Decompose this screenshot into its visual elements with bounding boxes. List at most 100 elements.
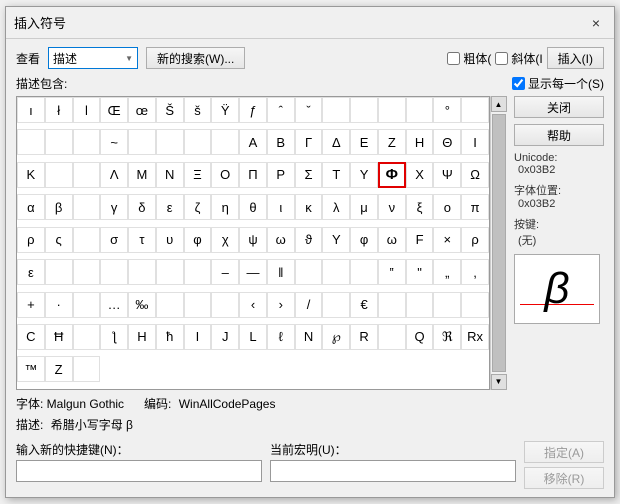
symbol-cell[interactable] bbox=[156, 129, 184, 155]
symbol-cell[interactable] bbox=[73, 259, 101, 285]
symbol-cell[interactable] bbox=[128, 129, 156, 155]
help-button[interactable]: 帮助 bbox=[514, 124, 604, 146]
symbol-cell[interactable] bbox=[184, 129, 212, 155]
symbol-cell[interactable] bbox=[156, 259, 184, 285]
symbol-cell[interactable]: E bbox=[350, 129, 378, 155]
symbol-cell[interactable]: ζ bbox=[184, 194, 212, 220]
symbol-cell[interactable]: Γ bbox=[295, 129, 323, 155]
symbol-cell[interactable]: ρ bbox=[17, 227, 45, 253]
symbol-cell[interactable]: Rx bbox=[461, 324, 489, 350]
symbol-cell[interactable] bbox=[184, 292, 212, 318]
symbol-cell[interactable]: N bbox=[156, 162, 184, 188]
symbol-cell[interactable]: β bbox=[45, 194, 73, 220]
symbol-cell[interactable] bbox=[73, 129, 101, 155]
symbol-cell[interactable]: θ bbox=[239, 194, 267, 220]
symbol-cell[interactable]: Œ bbox=[100, 97, 128, 123]
symbol-cell[interactable]: ™ bbox=[17, 356, 45, 382]
symbol-cell[interactable]: – bbox=[211, 259, 239, 285]
scroll-up-button[interactable]: ▲ bbox=[491, 96, 507, 112]
symbol-cell[interactable]: Ξ bbox=[184, 162, 212, 188]
symbol-cell[interactable] bbox=[406, 97, 434, 123]
italic-checkbox-label[interactable]: 斜体(I bbox=[495, 50, 542, 67]
scrollbar[interactable]: ▲ ▼ bbox=[490, 96, 506, 390]
symbol-cell[interactable]: ω bbox=[267, 227, 295, 253]
symbol-cell[interactable] bbox=[73, 292, 101, 318]
symbol-cell[interactable] bbox=[433, 292, 461, 318]
symbol-cell[interactable]: H bbox=[128, 324, 156, 350]
symbol-cell[interactable] bbox=[322, 97, 350, 123]
symbol-cell[interactable]: … bbox=[100, 292, 128, 318]
symbol-cell[interactable]: × bbox=[433, 227, 461, 253]
assign-button[interactable]: 指定(A) bbox=[524, 441, 604, 463]
symbol-cell[interactable] bbox=[100, 259, 128, 285]
symbol-cell[interactable] bbox=[378, 97, 406, 123]
symbol-cell[interactable]: / bbox=[295, 292, 323, 318]
symbol-cell[interactable] bbox=[378, 292, 406, 318]
bold-checkbox-label[interactable]: 粗体( bbox=[447, 50, 491, 67]
symbol-cell[interactable]: Υ bbox=[322, 227, 350, 253]
symbol-cell[interactable] bbox=[73, 162, 101, 188]
symbol-cell[interactable] bbox=[378, 324, 406, 350]
italic-checkbox[interactable] bbox=[495, 52, 508, 65]
shortcut-input[interactable] bbox=[16, 460, 262, 482]
symbol-cell[interactable]: ƪ bbox=[100, 324, 128, 350]
symbol-cell[interactable]: ρ bbox=[461, 227, 489, 253]
symbol-cell[interactable]: ‹ bbox=[239, 292, 267, 318]
symbol-cell[interactable]: Ψ bbox=[433, 162, 461, 188]
symbol-cell[interactable] bbox=[350, 259, 378, 285]
symbol-cell[interactable] bbox=[73, 324, 101, 350]
symbol-cell[interactable]: Θ bbox=[433, 129, 461, 155]
symbol-cell[interactable]: B bbox=[267, 129, 295, 155]
symbol-cell[interactable]: ˇ bbox=[295, 97, 323, 123]
symbol-cell[interactable]: φ bbox=[350, 227, 378, 253]
symbol-cell[interactable]: ℓ bbox=[267, 324, 295, 350]
symbol-cell[interactable] bbox=[322, 259, 350, 285]
symbol-cell[interactable]: λ bbox=[322, 194, 350, 220]
symbol-cell[interactable]: F bbox=[406, 227, 434, 253]
symbol-cell[interactable]: ς bbox=[45, 227, 73, 253]
symbol-cell[interactable]: Ÿ bbox=[211, 97, 239, 123]
symbol-cell[interactable]: € bbox=[350, 292, 378, 318]
symbol-cell[interactable]: Σ bbox=[295, 162, 323, 188]
symbol-cell[interactable]: α bbox=[17, 194, 45, 220]
symbol-cell[interactable]: L bbox=[239, 324, 267, 350]
symbol-cell[interactable]: ο bbox=[433, 194, 461, 220]
symbol-cell[interactable] bbox=[73, 194, 101, 220]
symbol-cell[interactable] bbox=[406, 292, 434, 318]
symbol-cell[interactable]: ℜ bbox=[433, 324, 461, 350]
symbol-cell[interactable]: R bbox=[350, 324, 378, 350]
symbol-cell[interactable]: X bbox=[406, 162, 434, 188]
symbol-cell[interactable]: M bbox=[128, 162, 156, 188]
symbol-cell[interactable]: O bbox=[211, 162, 239, 188]
symbol-cell[interactable]: ν bbox=[378, 194, 406, 220]
symbol-cell[interactable]: — bbox=[239, 259, 267, 285]
symbol-cell[interactable]: κ bbox=[295, 194, 323, 220]
symbol-cell[interactable]: Υ bbox=[350, 162, 378, 188]
symbol-cell[interactable]: Z bbox=[378, 129, 406, 155]
symbol-cell[interactable]: Ρ bbox=[267, 162, 295, 188]
symbol-cell[interactable]: " bbox=[406, 259, 434, 285]
symbol-cell[interactable] bbox=[17, 129, 45, 155]
symbol-cell[interactable] bbox=[295, 259, 323, 285]
remove-button[interactable]: 移除(R) bbox=[524, 467, 604, 489]
symbol-cell[interactable]: Λ bbox=[100, 162, 128, 188]
search-type-select[interactable]: 描述 ▼ bbox=[48, 47, 138, 69]
symbol-cell[interactable]: υ bbox=[156, 227, 184, 253]
symbol-cell[interactable]: ι bbox=[267, 194, 295, 220]
symbol-cell[interactable]: I bbox=[184, 324, 212, 350]
symbol-cell[interactable]: η bbox=[211, 194, 239, 220]
symbol-cell[interactable] bbox=[45, 129, 73, 155]
symbol-cell[interactable]: K bbox=[17, 162, 45, 188]
symbol-cell[interactable]: › bbox=[267, 292, 295, 318]
current-shortcut-input[interactable] bbox=[270, 460, 516, 482]
close-icon[interactable]: × bbox=[586, 13, 606, 33]
symbol-cell[interactable]: N bbox=[295, 324, 323, 350]
symbol-cell[interactable]: ξ bbox=[406, 194, 434, 220]
bold-checkbox[interactable] bbox=[447, 52, 460, 65]
symbol-cell[interactable]: ~ bbox=[100, 129, 128, 155]
symbol-cell[interactable]: Φ bbox=[378, 162, 406, 188]
symbol-cell[interactable]: ‖ bbox=[267, 259, 295, 285]
symbol-cell[interactable] bbox=[45, 162, 73, 188]
symbol-cell[interactable]: Ħ bbox=[45, 324, 73, 350]
symbol-cell[interactable]: ‟ bbox=[378, 259, 406, 285]
